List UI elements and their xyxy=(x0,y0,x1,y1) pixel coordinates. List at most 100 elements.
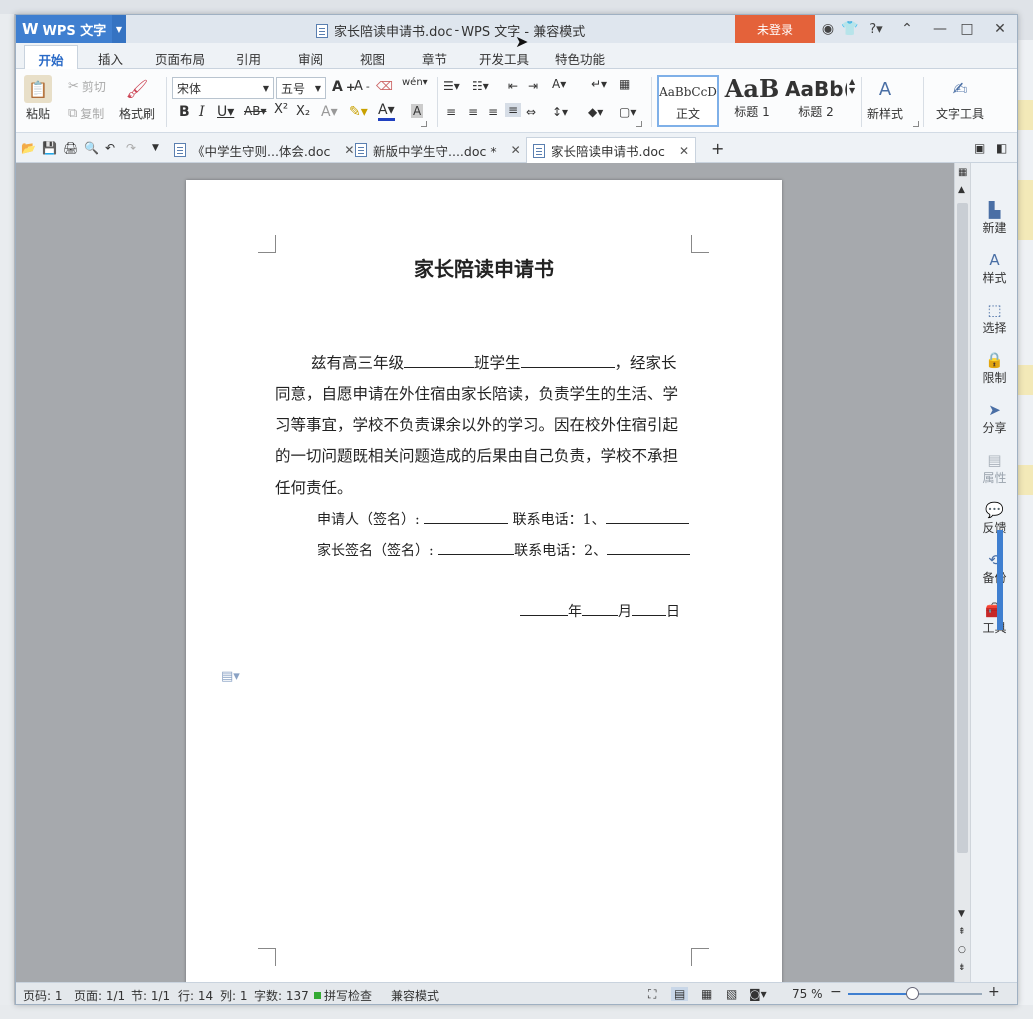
browse-object-icon[interactable]: ○ xyxy=(958,945,966,955)
prev-page-icon[interactable]: ⇞ xyxy=(958,927,966,937)
borders-icon[interactable]: ▢▾ xyxy=(619,105,636,119)
pane-properties[interactable]: ▤ 属性 xyxy=(971,451,1018,486)
pane-styles[interactable]: A 样式 xyxy=(971,251,1018,286)
vertical-scrollbar[interactable]: ▦ ▲ ▼ ⇞ ○ ⇟ xyxy=(954,163,970,982)
numbering-icon[interactable]: ☷▾ xyxy=(472,79,489,93)
print-preview-icon[interactable]: 🔍 xyxy=(84,141,99,155)
pane-tools[interactable]: 🧰 工具 xyxy=(971,601,1018,636)
subscript-icon[interactable]: X₂ xyxy=(296,104,310,119)
bullets-icon[interactable]: ☰▾ xyxy=(443,79,460,93)
customize-icon[interactable]: ▼ xyxy=(152,143,159,153)
paragraph-mark-icon[interactable]: ↵▾ xyxy=(591,77,607,91)
chevron-down-icon[interactable]: ▼ xyxy=(112,15,126,43)
cut-button[interactable]: ✂ 剪切 xyxy=(68,78,106,95)
pane-select[interactable]: ⬚ 选择 xyxy=(971,301,1018,336)
grow-font-icon[interactable]: A + xyxy=(332,79,356,95)
close-icon[interactable]: ✕ xyxy=(511,143,521,157)
doc-tab-1[interactable]: 《中学生守则...体会.doc ✕ xyxy=(168,137,360,163)
undo-icon[interactable]: ↶ xyxy=(105,141,115,155)
pane-backup[interactable]: ⟲ 备份 xyxy=(971,551,1018,586)
pane-restrict[interactable]: 🔒 限制 xyxy=(971,351,1018,386)
new-style-button[interactable]: A 新样式 xyxy=(867,75,903,122)
styles-dialog-launcher[interactable] xyxy=(913,121,919,127)
styles-scroll-icon[interactable]: ▲ ▼ xyxy=(849,77,855,95)
ruler-toggle-icon[interactable]: ▦ xyxy=(958,167,967,178)
doc-tab-2[interactable]: 新版中学生守....doc * ✕ xyxy=(349,137,527,163)
tab-options-icon[interactable]: ◧ xyxy=(996,141,1007,155)
align-left-icon[interactable]: ≡ xyxy=(446,105,456,119)
web-view-icon[interactable]: ▧ xyxy=(726,987,737,1001)
paste-button[interactable]: 📋 粘贴 xyxy=(24,75,52,122)
superscript-icon[interactable]: X² xyxy=(274,102,288,117)
add-tab-icon[interactable]: + xyxy=(711,139,724,158)
fullscreen-icon[interactable]: ⛶ xyxy=(648,987,656,1002)
paragraph-dialog-launcher[interactable] xyxy=(636,121,642,127)
maximize-button[interactable]: □ xyxy=(956,15,978,43)
page-view-icon[interactable]: ▤ xyxy=(671,987,689,1001)
scroll-down-icon[interactable]: ▼ xyxy=(958,909,965,919)
italic-icon[interactable]: I xyxy=(199,104,205,120)
paragraph-shading-icon[interactable]: ◆▾ xyxy=(588,105,603,119)
skin-icon[interactable]: ◉ xyxy=(819,15,837,43)
wps-menu-button[interactable]: W WPS 文字 ▼ xyxy=(16,15,126,43)
doc-tab-3[interactable]: 家长陪读申请书.doc ✕ xyxy=(526,137,696,163)
clear-format-icon[interactable]: ⌫ xyxy=(376,79,393,93)
copy-button[interactable]: ⧉ 复制 xyxy=(68,105,104,122)
zoom-out-icon[interactable]: − xyxy=(830,984,842,1000)
tab-special-features[interactable]: 特色功能 xyxy=(555,47,605,70)
status-word-count[interactable]: 字数: 137 xyxy=(254,987,309,1004)
font-color-icon[interactable]: A▾ xyxy=(378,102,395,121)
style-heading-1[interactable]: AaB 标题 1 xyxy=(721,75,783,127)
zoom-in-icon[interactable]: + xyxy=(988,984,1000,1000)
tab-list-icon[interactable]: ▣ xyxy=(974,141,985,155)
tab-chapter[interactable]: 章节 xyxy=(422,47,447,70)
font-name-select[interactable]: 宋体 ▼ xyxy=(172,77,274,99)
save-icon[interactable]: 💾 xyxy=(42,141,57,155)
side-panel-handle[interactable] xyxy=(997,530,1003,630)
collapse-ribbon-icon[interactable]: ⌃ xyxy=(896,15,918,43)
tab-page-layout[interactable]: 页面布局 xyxy=(155,47,205,70)
chinese-layout-icon[interactable]: A▾ xyxy=(552,77,566,91)
align-right-icon[interactable]: ≡ xyxy=(488,105,498,119)
pane-new[interactable]: ▙ 新建 xyxy=(971,201,1018,236)
text-effect-icon[interactable]: A▾ xyxy=(321,104,338,120)
underline-icon[interactable]: U▾ xyxy=(217,104,234,120)
scroll-up-icon[interactable]: ▲ xyxy=(958,185,965,195)
eye-protect-icon[interactable]: ◙▾ xyxy=(749,987,767,1001)
shirt-icon[interactable]: 👕 xyxy=(841,15,859,43)
tab-home[interactable]: 开始 xyxy=(24,45,78,70)
font-dialog-launcher[interactable] xyxy=(421,121,427,127)
login-button[interactable]: 未登录 xyxy=(735,15,815,43)
close-icon[interactable]: ✕ xyxy=(679,144,689,158)
highlight-icon[interactable]: ✎▾ xyxy=(349,104,368,120)
distributed-icon[interactable]: ⇔ xyxy=(526,105,536,119)
increase-indent-icon[interactable]: ⇥ xyxy=(528,79,538,93)
help-icon[interactable]: ?▾ xyxy=(864,15,888,43)
decrease-indent-icon[interactable]: ⇤ xyxy=(508,79,518,93)
open-icon[interactable]: 📂 xyxy=(21,141,36,155)
text-tools-button[interactable]: ✍ 文字工具 xyxy=(936,75,984,122)
bold-icon[interactable]: B xyxy=(179,104,190,120)
align-center-icon[interactable]: ≡ xyxy=(468,105,478,119)
strikethrough-icon[interactable]: AB▾ xyxy=(244,104,266,118)
pane-feedback[interactable]: 💬 反馈 xyxy=(971,501,1018,536)
justify-icon[interactable]: ≡ xyxy=(505,103,522,117)
outline-view-icon[interactable]: ▦ xyxy=(701,987,712,1001)
font-size-select[interactable]: 五号 ▼ xyxy=(276,77,326,99)
tab-view[interactable]: 视图 xyxy=(360,47,385,70)
minimize-button[interactable]: — xyxy=(929,15,951,43)
zoom-slider-knob[interactable] xyxy=(906,987,920,1000)
close-button[interactable]: ✕ xyxy=(989,15,1011,43)
line-spacing-icon[interactable]: ↕▾ xyxy=(552,105,568,119)
spell-check-toggle[interactable]: 拼写检查 xyxy=(314,987,372,1004)
paragraph-handle-icon[interactable]: ▤▾ xyxy=(221,669,240,684)
tab-review[interactable]: 审阅 xyxy=(298,47,323,70)
zoom-level[interactable]: 75 % xyxy=(792,987,823,1001)
pane-share[interactable]: ➤ 分享 xyxy=(971,401,1018,436)
tab-insert[interactable]: 插入 xyxy=(98,47,123,70)
table-grid-icon[interactable]: ▦ xyxy=(619,77,630,91)
phonetic-guide-icon[interactable]: wén▾ xyxy=(402,77,428,88)
style-heading-2[interactable]: AaBb( 标题 2 xyxy=(785,75,847,127)
style-normal[interactable]: AaBbCcD 正文 xyxy=(657,75,719,127)
tab-references[interactable]: 引用 xyxy=(236,47,261,70)
